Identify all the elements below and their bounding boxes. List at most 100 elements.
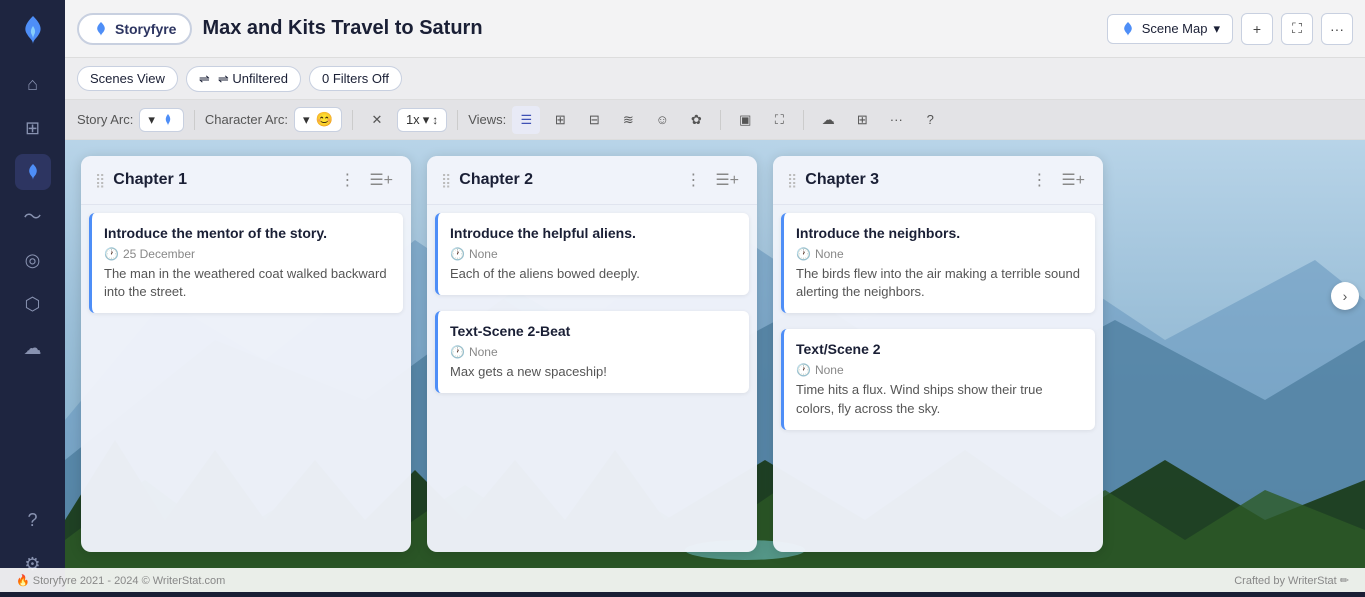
drag-handle-ch3[interactable]: ⣿ [787, 172, 797, 189]
chapter-3-actions: ⋮ ☰+ [1027, 168, 1089, 192]
sidebar-item-waves[interactable]: 〜 [15, 198, 51, 234]
scroll-right-arrow[interactable]: › [1331, 282, 1359, 310]
scene-date: 🕐 None [450, 247, 737, 261]
scene-name: Text-Scene 2-Beat [450, 323, 737, 339]
main-area: Storyfyre Max and Kits Travel to Saturn … [65, 0, 1365, 592]
chapter-3-header: ⣿ Chapter 3 ⋮ ☰+ [773, 156, 1103, 205]
scene-date: 🕐 25 December [104, 247, 391, 261]
sidebar-item-nodes[interactable]: ⬡ [15, 286, 51, 322]
scene-card[interactable]: Introduce the mentor of the story. 🕐 25 … [89, 213, 403, 313]
sidebar-item-target[interactable]: ◎ [15, 242, 51, 278]
more-views-btn[interactable]: ··· [882, 106, 910, 134]
character-arc-emoji: 😊 [316, 111, 333, 128]
scene-card[interactable]: Introduce the helpful aliens. 🕐 None Eac… [435, 213, 749, 295]
add-button[interactable]: + [1241, 13, 1273, 45]
chapter-2-header: ⣿ Chapter 2 ⋮ ☰+ [427, 156, 757, 205]
chapter-2-column: ⣿ Chapter 2 ⋮ ☰+ Introduce the helpful a… [427, 156, 757, 552]
clock-icon: 🕐 [450, 247, 465, 261]
sidebar-item-stories[interactable] [15, 154, 51, 190]
sidebar-logo[interactable] [13, 10, 53, 50]
storyfyre-button[interactable]: Storyfyre [77, 13, 192, 45]
scene-body: Max gets a new spaceship! [450, 363, 737, 381]
sidebar-item-home[interactable]: ⌂ [15, 66, 51, 102]
card-view-btn[interactable]: ▣ [731, 106, 759, 134]
footer-right: Crafted by WriterStat ✏ [1234, 574, 1349, 587]
list-view-btn[interactable]: ☰ [512, 106, 540, 134]
columns-view-btn[interactable]: ⊟ [580, 106, 608, 134]
chapter-3-add-btn[interactable]: ☰+ [1057, 168, 1089, 192]
zoom-icon: ↕ [432, 113, 438, 127]
wave-view-btn[interactable]: ≋ [614, 106, 642, 134]
chapter-1-actions: ⋮ ☰+ [335, 168, 397, 192]
chapter-2-title: Chapter 2 [459, 171, 681, 189]
scene-body: Each of the aliens bowed deeply. [450, 265, 737, 283]
chapter-1-header: ⣿ Chapter 1 ⋮ ☰+ [81, 156, 411, 205]
divider5 [803, 110, 804, 130]
chapter-1-title: Chapter 1 [113, 171, 335, 189]
toolbar3: Story Arc: ▾ Character Arc: ▾ 😊 ✕ 1x ▾ ↕… [65, 100, 1365, 140]
scene-intro: Introduce the helpful aliens. [450, 225, 737, 241]
divider4 [720, 110, 721, 130]
chapter-3-column: ⣿ Chapter 3 ⋮ ☰+ Introduce the neighbors… [773, 156, 1103, 552]
scene-body: The man in the weathered coat walked bac… [104, 265, 391, 301]
chapter-3-title: Chapter 3 [805, 171, 1027, 189]
clock-icon: 🕐 [796, 363, 811, 377]
scene-date: 🕐 None [450, 345, 737, 359]
emoji-view-btn[interactable]: ☺ [648, 106, 676, 134]
chapter-1-column: ⣿ Chapter 1 ⋮ ☰+ Introduce the mentor of… [81, 156, 411, 552]
chapter-1-add-btn[interactable]: ☰+ [365, 168, 397, 192]
footer-left: 🔥 Storyfyre 2021 - 2024 © WriterStat.com [16, 574, 225, 587]
scene-name: Text/Scene 2 [796, 341, 1083, 357]
scenes-view-button[interactable]: Scenes View [77, 66, 178, 91]
scene-body: Time hits a flux. Wind ships show their … [796, 381, 1083, 417]
sidebar-item-cloud[interactable]: ☁ [15, 330, 51, 366]
chapter-3-more-btn[interactable]: ⋮ [1027, 168, 1051, 192]
scene-card[interactable]: Text-Scene 2-Beat 🕐 None Max gets a new … [435, 311, 749, 393]
unfiltered-button[interactable]: ⇌ ⇌ Unfiltered [186, 66, 301, 92]
character-arc-label: Character Arc: [205, 112, 288, 127]
toolbar2: Scenes View ⇌ ⇌ Unfiltered 0 Filters Off [65, 58, 1365, 100]
cloud-view-btn[interactable]: ☁ [814, 106, 842, 134]
scene-intro: Introduce the neighbors. [796, 225, 1083, 241]
scene-card[interactable]: Introduce the neighbors. 🕐 None The bird… [781, 213, 1095, 313]
storyfyre-label: Storyfyre [115, 21, 176, 37]
divider3 [457, 110, 458, 130]
chapter-2-more-btn[interactable]: ⋮ [681, 168, 705, 192]
character-arc-dropdown[interactable]: ▾ 😊 [294, 107, 342, 132]
zoom-dropdown[interactable]: 1x ▾ ↕ [397, 108, 447, 132]
drag-handle-ch2[interactable]: ⣿ [441, 172, 451, 189]
chapter-2-actions: ⋮ ☰+ [681, 168, 743, 192]
cross-view-btn[interactable]: ✕ [363, 106, 391, 134]
filters-label: 0 Filters Off [322, 71, 389, 86]
sidebar-item-help[interactable]: ? [15, 502, 51, 538]
kanban-area: ⣿ Chapter 1 ⋮ ☰+ Introduce the mentor of… [65, 140, 1365, 568]
filters-button[interactable]: 0 Filters Off [309, 66, 402, 91]
sidebar: ⌂ ⊞ 〜 ◎ ⬡ ☁ ? ⚙ [0, 0, 65, 592]
scene-body: The birds flew into the air making a ter… [796, 265, 1083, 301]
scene-map-button[interactable]: Scene Map ▾ [1107, 14, 1233, 44]
clock-icon: 🕐 [104, 247, 119, 261]
story-arc-label: Story Arc: [77, 112, 133, 127]
scene-date: 🕐 None [796, 363, 1083, 377]
more-button[interactable]: ··· [1321, 13, 1353, 45]
footer: 🔥 Storyfyre 2021 - 2024 © WriterStat.com… [0, 568, 1365, 592]
zoom-label: 1x [406, 112, 420, 127]
chapter-1-more-btn[interactable]: ⋮ [335, 168, 359, 192]
grid-view-btn[interactable]: ⊞ [546, 106, 574, 134]
scene-map-label: Scene Map [1142, 21, 1208, 36]
divider1 [194, 110, 195, 130]
table-view-btn[interactable]: ⊞ [848, 106, 876, 134]
chapter-2-add-btn[interactable]: ☰+ [711, 168, 743, 192]
scene-card[interactable]: Text/Scene 2 🕐 None Time hits a flux. Wi… [781, 329, 1095, 429]
drag-handle-ch1[interactable]: ⣿ [95, 172, 105, 189]
fullscreen-view-btn[interactable]: ⛶ [765, 106, 793, 134]
scene-intro: Introduce the mentor of the story. [104, 225, 391, 241]
clock-icon: 🕐 [796, 247, 811, 261]
unfiltered-label: ⇌ Unfiltered [218, 71, 288, 87]
help-view-btn[interactable]: ? [916, 106, 944, 134]
sidebar-item-dashboard[interactable]: ⊞ [15, 110, 51, 146]
expand-button[interactable]: ⛶ [1281, 13, 1313, 45]
story-arc-dropdown[interactable]: ▾ [139, 108, 184, 132]
right-controls: Scene Map ▾ + ⛶ ··· [1107, 13, 1353, 45]
flower-view-btn[interactable]: ✿ [682, 106, 710, 134]
